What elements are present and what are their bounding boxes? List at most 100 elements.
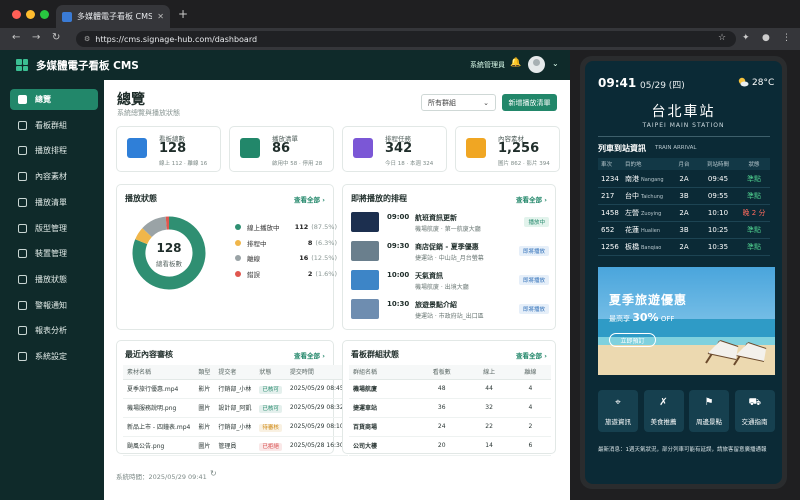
- reload-icon[interactable]: ↻: [52, 32, 60, 43]
- chevron-down-icon[interactable]: ⌄: [552, 59, 559, 68]
- list-icon: [18, 197, 27, 207]
- status-badge: 播放中: [524, 217, 549, 227]
- train-destination: 花蓮 Hualien: [625, 225, 670, 235]
- quick-button[interactable]: ✗ 美食推薦: [643, 390, 684, 432]
- table-row[interactable]: 捷運車站 36 32 4: [349, 398, 551, 418]
- sidebar-item-5[interactable]: 版型管理: [10, 218, 98, 239]
- book-now-button[interactable]: 立即預訂: [609, 333, 656, 347]
- legend-dot: [235, 239, 241, 246]
- train-row: 1256 板橋 Banqiao 2A 10:35 準點: [598, 239, 770, 256]
- notification-bell-icon[interactable]: 🔔: [510, 58, 521, 68]
- forward-icon[interactable]: →: [32, 32, 40, 43]
- table-row[interactable]: 百貨商場 24 22 2: [349, 417, 551, 437]
- tab-title: 多媒體電子看板 CMS: [77, 12, 153, 21]
- stat-sub: 今日 18 · 本週 324: [385, 161, 434, 167]
- table-cell: 颱風公告.png: [123, 436, 195, 456]
- column-header: 狀態: [255, 365, 286, 380]
- donut-slice-2: [142, 216, 168, 238]
- sidebar: 總覽看板群組播放排程內容素材播放清單版型管理裝置管理播放狀態警報通知報表分析系統…: [0, 80, 104, 500]
- quick-button[interactable]: ⚑ 周邊景點: [689, 390, 729, 432]
- extensions-icon[interactable]: ✦: [742, 33, 750, 43]
- home-icon: [18, 95, 27, 104]
- promo-title: 夏季旅遊優惠: [609, 293, 688, 307]
- bell-icon: [18, 300, 27, 310]
- schedule-item[interactable]: 09:30 商店促銷 - 夏季優惠 捷運站 · 中山站_月台螢幕 即將播放: [351, 240, 549, 263]
- status-badge: 即將播放: [518, 304, 549, 314]
- promo-banner[interactable]: 夏季旅遊優惠 最高享 30% OFF 立即預訂: [598, 267, 775, 375]
- sidebar-item-2[interactable]: 播放排程: [10, 140, 98, 161]
- sidebar-item-9[interactable]: 報表分析: [10, 320, 98, 341]
- stat-card[interactable]: 看板總數 128 線上 112 · 離線 16: [116, 126, 221, 172]
- table-row[interactable]: 機場航廈 48 44 4: [349, 379, 551, 399]
- close-window-dot[interactable]: [12, 10, 21, 19]
- legend-dot: [235, 224, 241, 230]
- table-cell: 設計部_阿凱: [214, 398, 256, 418]
- review-view-all-link[interactable]: 查看全部 ›: [294, 350, 325, 360]
- clock-icon: [18, 146, 27, 156]
- app-topbar: 多媒體電子看板 CMS 系統管理員 🔔 ⌄: [0, 50, 570, 80]
- quick-button[interactable]: ⌖ 旅遊資訊: [598, 390, 638, 432]
- quick-button[interactable]: ⛟ 交通指南: [734, 390, 775, 432]
- sidebar-item-0[interactable]: 總覽: [10, 89, 98, 110]
- dest-en: Taichung: [641, 194, 664, 200]
- sidebar-item-10[interactable]: 系統設定: [10, 346, 98, 367]
- train-row: 1234 南港 Nangang 2A 09:45 準點: [598, 171, 770, 188]
- schedule-view-all-link[interactable]: 查看全部 ›: [516, 194, 547, 204]
- table-row[interactable]: 公司大樓 20 14 6: [349, 436, 551, 456]
- refresh-icon[interactable]: ↻: [210, 469, 217, 478]
- stat-card[interactable]: 播放清單 86 啟用中 58 · 停用 28: [229, 126, 334, 172]
- train-time: 10:35: [707, 243, 729, 251]
- url-field[interactable]: ⚙ https://cms.signage-hub.com/dashboard: [76, 31, 736, 47]
- stat-card[interactable]: 排程任務 342 今日 18 · 本週 324: [342, 126, 447, 172]
- back-icon[interactable]: ←: [12, 32, 20, 43]
- train-platform: 2A: [679, 209, 689, 217]
- sidebar-item-label: 播放清單: [35, 197, 67, 207]
- table-row[interactable]: 新品上市 - 四鐘表.mp4 影片 行銷部_小林 待審核 2025/05/29 08:1…: [123, 417, 348, 437]
- sidebar-item-8[interactable]: 警報通知: [10, 295, 98, 316]
- new-tab-icon[interactable]: +: [178, 7, 188, 21]
- avatar[interactable]: [528, 56, 545, 73]
- stat-card[interactable]: 內容素材 1,256 圖片 862 · 影片 394: [455, 126, 560, 172]
- table-cell: 48: [414, 379, 469, 399]
- sidebar-item-3[interactable]: 內容素材: [10, 166, 98, 187]
- browser-menu-icon[interactable]: ⋮: [782, 33, 791, 43]
- sidebar-item-label: 播放排程: [35, 146, 67, 156]
- group-select[interactable]: 所有群組 ⌄: [421, 94, 496, 111]
- site-info-icon[interactable]: ⚙: [84, 35, 90, 43]
- review-card-title: 最近內容審核: [125, 350, 173, 359]
- stat-sub: 線上 112 · 離線 16: [159, 161, 208, 167]
- schedule-item[interactable]: 10:00 天氣資訊 機場航廈 · 出境大廳 即將播放: [351, 269, 549, 292]
- minimize-window-dot[interactable]: [26, 10, 35, 19]
- sidebar-item-1[interactable]: 看板群組: [10, 115, 98, 136]
- table-row[interactable]: 機場服務說明.png 圖片 設計部_阿凱 已核可 2025/05/29 08:32: [123, 398, 348, 418]
- schedule-item[interactable]: 09:00 航班資訊更新 機場航廈 · 第一航廈大廳 播放中: [351, 211, 549, 234]
- gear-icon: [18, 352, 27, 361]
- sidebar-item-7[interactable]: 播放狀態: [10, 269, 98, 290]
- table-cell: 夏季旅行優惠.mp4: [123, 379, 195, 399]
- browser-tab[interactable]: 多媒體電子看板 CMS ✕: [56, 5, 170, 28]
- legend-percent: (6.3%): [315, 238, 337, 247]
- tab-close-icon[interactable]: ✕: [157, 12, 164, 21]
- schedule-item[interactable]: 10:30 旅遊景點介紹 捷運站 · 市政府站_出口區 即將播放: [351, 298, 549, 321]
- column-header: 素材名稱: [123, 365, 195, 380]
- status-icon: [18, 274, 27, 284]
- status-view-all-link[interactable]: 查看全部 ›: [294, 194, 325, 204]
- new-playlist-button[interactable]: 新增播放清單: [502, 94, 557, 111]
- table-cell: 44: [468, 379, 510, 399]
- profile-icon[interactable]: ●: [762, 33, 770, 43]
- sidebar-item-4[interactable]: 播放清單: [10, 192, 98, 213]
- maximize-window-dot[interactable]: [40, 10, 49, 19]
- schedule-card: 即將播放的排程 查看全部 › 09:00 航班資訊更新 機場航廈 · 第一航廈大廳 播…: [342, 184, 556, 330]
- table-row[interactable]: 夏季旅行優惠.mp4 影片 行銷部_小林 已核可 2025/05/29 08:45: [123, 379, 348, 399]
- group-table: 群組名稱 看板數 線上 離線 機場航廈 48 44 4 捷運車站 36 32 4 百貨商場 24 22 2 公司…: [349, 365, 551, 456]
- table-row[interactable]: 颱風公告.png 圖片 管理員 已拒絕 2025/05/28 16:30: [123, 436, 348, 456]
- kiosk-screen: 09:41 05/29 (四) 28°C 台北車站 TAIPEI MAIN ST…: [585, 61, 782, 484]
- sidebar-item-6[interactable]: 裝置管理: [10, 243, 98, 264]
- bookmark-star-icon[interactable]: ☆: [718, 33, 726, 43]
- train-column-header: 到站時間: [706, 162, 729, 168]
- system-time-value: 2025/05/29 09:41: [148, 473, 207, 481]
- table-cell: 機場航廈: [349, 379, 415, 399]
- train-table-header: 車次 目的地 月台 到站時間 狀態: [598, 158, 770, 170]
- schedule-time: 09:30: [387, 242, 410, 250]
- group-view-all-link[interactable]: 查看全部 ›: [516, 350, 547, 360]
